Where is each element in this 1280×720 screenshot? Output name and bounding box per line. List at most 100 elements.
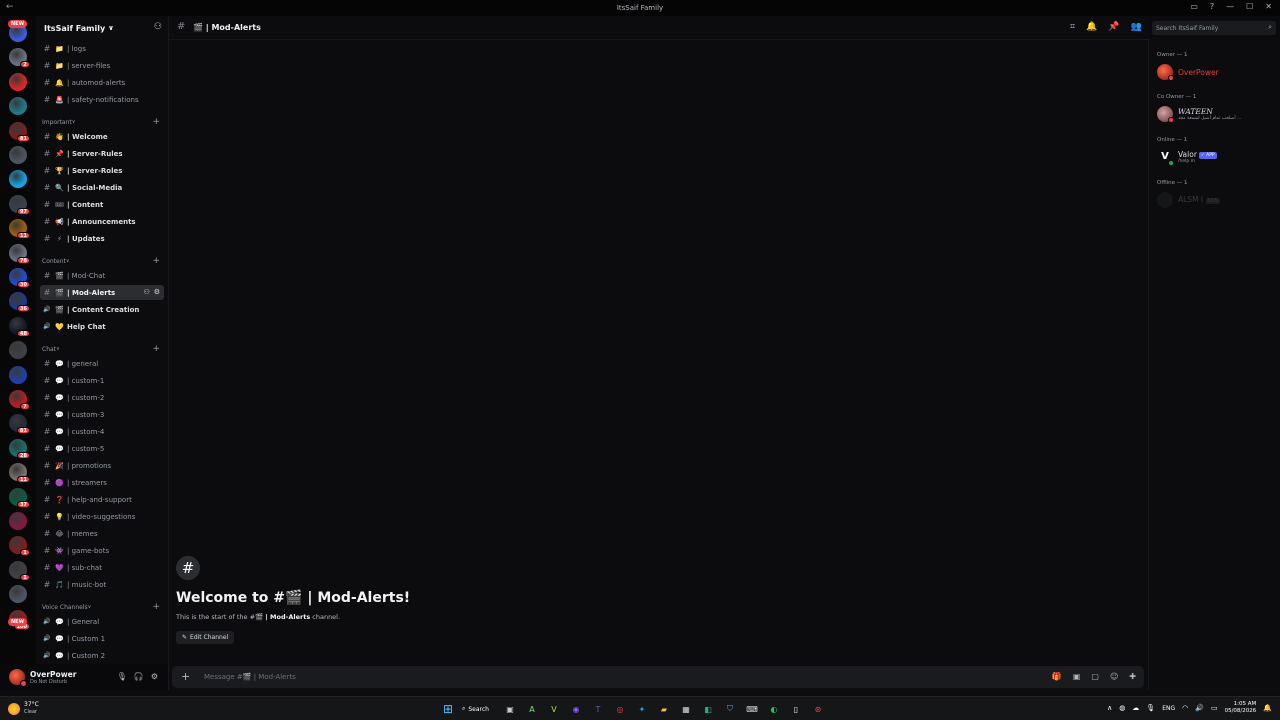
voice-channel-item[interactable]: 🔊 💬 | Custom 1: [40, 631, 164, 646]
chevron-up-icon[interactable]: ∧: [1107, 704, 1112, 712]
threads-icon[interactable]: ⌗: [1070, 22, 1075, 32]
maximize-icon[interactable]: ☐: [1246, 2, 1253, 11]
member-owner[interactable]: OverPower: [1157, 62, 1277, 82]
discord-app-icon[interactable]: ◉: [568, 701, 584, 717]
user-name[interactable]: OverPower: [30, 670, 76, 679]
battery-icon[interactable]: ▭: [1211, 704, 1218, 712]
server-icon[interactable]: 28: [9, 438, 30, 459]
category-header[interactable]: Important ∨ +: [42, 116, 164, 128]
text-channel-item[interactable]: # 💬 | custom-3: [40, 407, 164, 422]
sticker-icon[interactable]: ▢: [1091, 672, 1099, 681]
text-channel-item[interactable]: # ❓ | help-and-support: [40, 492, 164, 507]
text-channel-item[interactable]: # 🟣 | streamers: [40, 475, 164, 490]
emoji-icon[interactable]: ☺: [1110, 672, 1118, 681]
edge-icon[interactable]: ◐: [766, 701, 782, 717]
edit-channel-button[interactable]: ✎ Edit Channel: [176, 631, 235, 644]
text-channel-item[interactable]: # 🔔 | automod-alerts: [40, 75, 164, 90]
server-icon[interactable]: 1: [9, 536, 30, 557]
chrome-icon[interactable]: ◎: [612, 701, 628, 717]
create-channel-icon[interactable]: +: [152, 344, 160, 354]
category-header[interactable]: Chat ∨ +: [42, 343, 164, 355]
server-icon[interactable]: 78: [9, 243, 30, 264]
server-icon[interactable]: 1: [9, 560, 30, 581]
text-channel-item[interactable]: # 💬 | custom-1: [40, 373, 164, 388]
volume-icon[interactable]: 🔊: [1195, 704, 1204, 712]
search-input[interactable]: Search ItsSaif Family ⌕: [1152, 21, 1276, 35]
language-indicator[interactable]: ENG: [1162, 705, 1175, 712]
text-channel-item[interactable]: # 💬 | custom-5: [40, 441, 164, 456]
server-icon[interactable]: 81: [9, 414, 30, 435]
settings-icon[interactable]: ⚙: [151, 672, 158, 681]
server-icon[interactable]: [9, 146, 27, 164]
channel-settings-icon[interactable]: ⚙: [154, 288, 160, 296]
server-icon[interactable]: [9, 72, 27, 91]
taskbar-search[interactable]: ⌕ Search: [462, 701, 496, 717]
tray-cloud-icon[interactable]: ☁: [1132, 704, 1139, 712]
create-channel-icon[interactable]: +: [152, 602, 160, 612]
server-icon[interactable]: [9, 585, 27, 604]
voice-channel-item[interactable]: 🔊 💬 | Custom 2: [40, 648, 164, 663]
message-composer[interactable]: + Message #🎬 | Mod-Alerts 🎁 ▣ ▢ ☺ ✚: [172, 666, 1144, 688]
member-coowner[interactable]: WATEEN أصلحب تمام أشيل لشمعة مجد ...: [1157, 104, 1277, 124]
server-icon[interactable]: 36: [9, 292, 30, 313]
apps-icon[interactable]: ✚: [1129, 672, 1136, 681]
server-icon[interactable]: [9, 512, 27, 530]
voice-channel-item[interactable]: 🔊 💛 Help Chat: [40, 319, 164, 334]
tray-app-icon[interactable]: ◍: [1119, 704, 1125, 712]
text-channel-item[interactable]: # 🏆 | Server-Roles: [40, 163, 164, 178]
text-channel-item[interactable]: # 📁 | server-files: [40, 58, 164, 73]
minimize-icon[interactable]: —: [1226, 2, 1234, 11]
teams-icon[interactable]: T: [590, 701, 606, 717]
text-channel-item[interactable]: # ⚡ | Updates: [40, 231, 164, 246]
headphones-icon[interactable]: 🎧: [134, 672, 144, 681]
obs-icon[interactable]: ⊛: [810, 701, 826, 717]
category-header[interactable]: Content ∨ +: [42, 255, 164, 267]
close-icon[interactable]: ✕: [1265, 2, 1272, 11]
copilot-icon[interactable]: ✦: [634, 701, 650, 717]
text-channel-item[interactable]: # 🔍 | Social-Media: [40, 180, 164, 195]
text-channel-item[interactable]: # 📌 | Server-Rules: [40, 146, 164, 161]
text-channel-item[interactable]: # 😂 | memes: [40, 526, 164, 541]
server-header[interactable]: ItsSaif Family ∨ ⚇: [36, 16, 168, 40]
server-icon[interactable]: 11: [9, 219, 30, 240]
server-icon[interactable]: 11: [9, 463, 30, 484]
notification-icon[interactable]: 🔔: [1263, 704, 1272, 712]
server-icon[interactable]: [9, 97, 27, 116]
server-icon[interactable]: 2: [9, 48, 30, 69]
text-channel-item[interactable]: # 📁 | logs: [40, 41, 164, 56]
voice-channel-item[interactable]: 🔊 💬 | General: [40, 614, 164, 629]
inbox-icon[interactable]: ▭: [1190, 2, 1198, 11]
text-channel-item[interactable]: # 🎬 | Mod-Chat: [40, 268, 164, 283]
wifi-icon[interactable]: ◠: [1182, 704, 1188, 712]
text-channel-item[interactable]: # 💬 | custom-2: [40, 390, 164, 405]
pin-icon[interactable]: 📌: [1108, 22, 1119, 32]
help-icon[interactable]: ?: [1210, 2, 1214, 11]
calculator-icon[interactable]: ▦: [678, 701, 694, 717]
text-channel-item[interactable]: # 💬 | general: [40, 356, 164, 371]
app-a-icon[interactable]: A: [524, 701, 540, 717]
server-icon[interactable]: 81: [9, 121, 30, 142]
server-icon[interactable]: 48: [9, 316, 30, 337]
invite-people-icon[interactable]: ⚇: [154, 22, 162, 32]
server-icon[interactable]: 97: [9, 194, 30, 215]
voice-channel-item[interactable]: 🔊 🎬 | Content Creation: [40, 302, 164, 317]
text-channel-item[interactable]: # 📢 | Announcements: [40, 214, 164, 229]
category-header[interactable]: Voice Channels ∨ +: [42, 601, 164, 613]
member-online-bot[interactable]: V Valor ✓ APP /help m: [1157, 147, 1277, 167]
gift-icon[interactable]: 🎁: [1052, 672, 1062, 681]
task-view-icon[interactable]: ▣: [502, 701, 518, 717]
text-channel-item[interactable]: # 👋 | Welcome: [40, 129, 164, 144]
create-channel-icon[interactable]: +: [152, 117, 160, 127]
keyboard-icon[interactable]: ⌨: [744, 701, 760, 717]
member-list-icon[interactable]: 👥: [1131, 22, 1142, 32]
text-channel-item[interactable]: # 🎉 | promotions: [40, 458, 164, 473]
windows-start-icon[interactable]: ⊞: [440, 701, 456, 717]
app-green-icon[interactable]: ◧: [700, 701, 716, 717]
text-channel-item[interactable]: # 💬 | custom-4: [40, 424, 164, 439]
text-channel-item[interactable]: # 💡 | video-suggestions: [40, 509, 164, 524]
text-channel-item[interactable]: # 💜 | sub-chat: [40, 560, 164, 575]
shield-icon[interactable]: ⛉: [722, 701, 738, 717]
create-invite-icon[interactable]: ⚇: [143, 288, 149, 296]
server-icon[interactable]: 37: [9, 487, 30, 508]
server-icon[interactable]: [9, 341, 27, 360]
